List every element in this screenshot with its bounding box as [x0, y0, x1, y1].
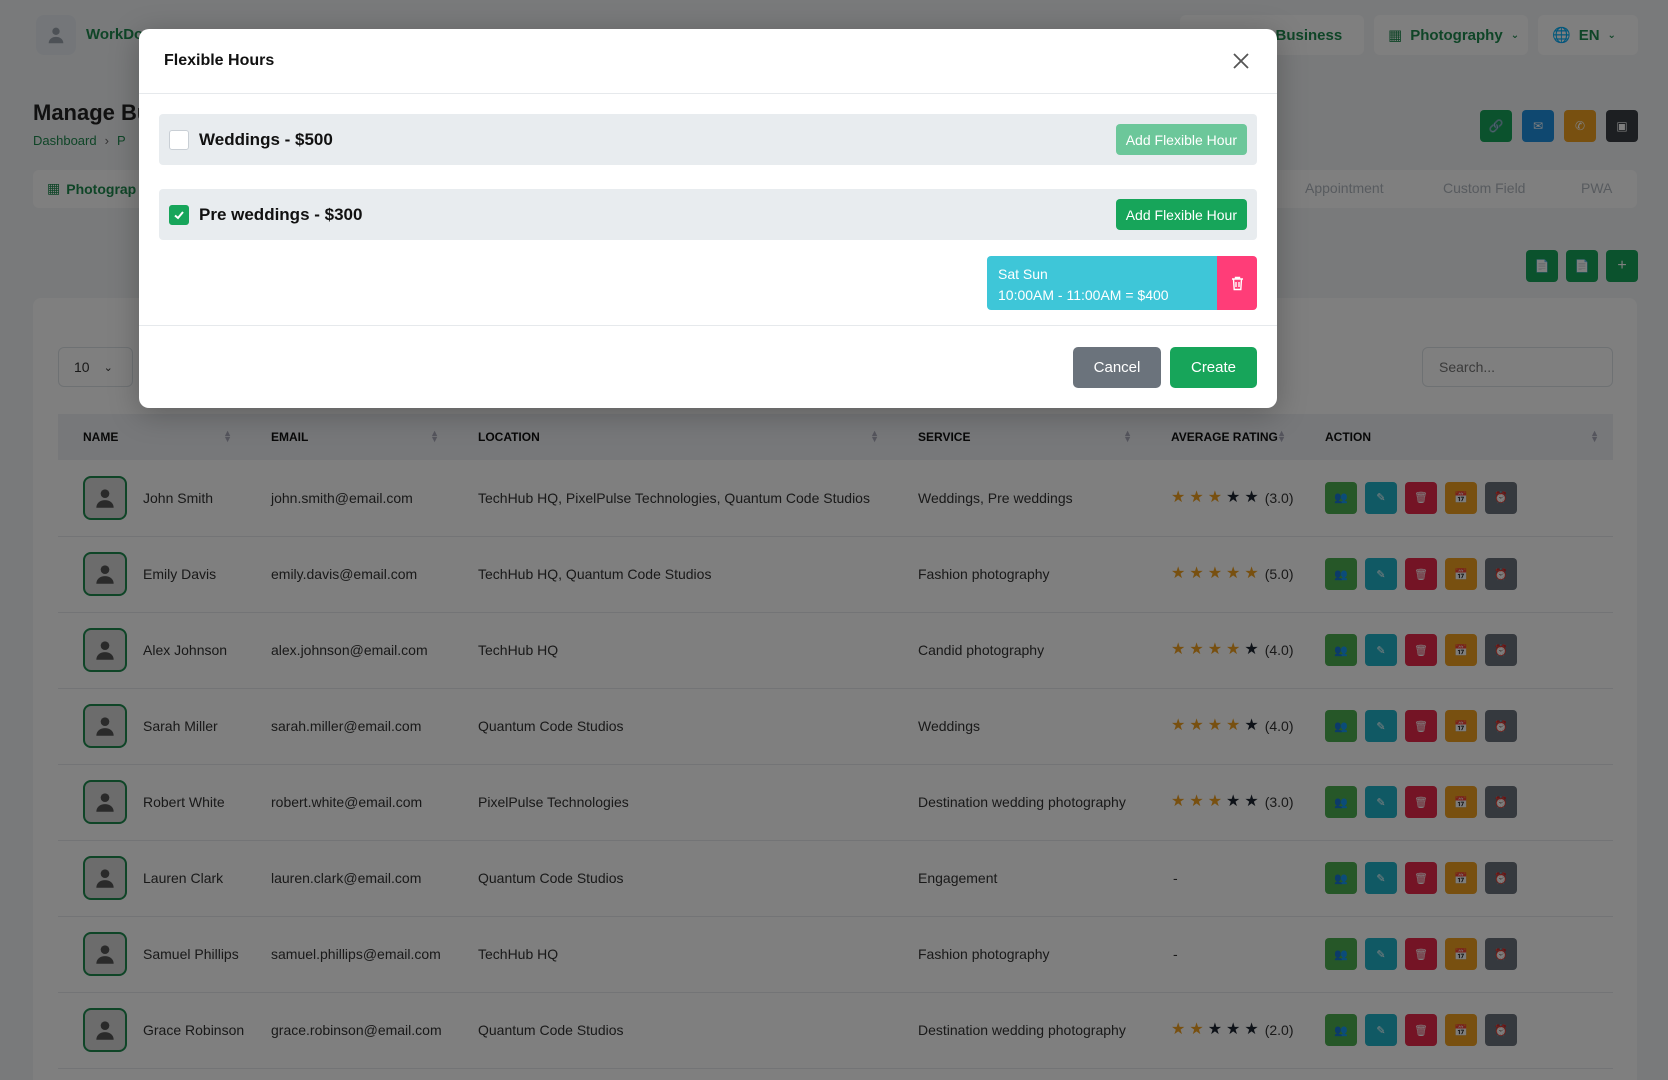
add-flexible-hour-button[interactable]: Add Flexible Hour [1115, 124, 1247, 155]
delete-slot-button[interactable] [1217, 256, 1257, 310]
service-checkbox[interactable] [169, 129, 189, 150]
slot-days: Sat Sun [998, 266, 1048, 282]
cancel-button[interactable]: Cancel [1073, 347, 1161, 388]
flexible-hours-modal: Flexible Hours Weddings - $500 Add Flexi… [139, 29, 1277, 408]
trash-icon [1231, 276, 1243, 290]
flexible-hour-slot: Sat Sun 10:00AM - 11:00AM = $400 [987, 256, 1257, 310]
modal-footer: Cancel Create [139, 325, 1277, 408]
check-icon [174, 210, 184, 219]
service-label: Pre weddings - $300 [199, 204, 363, 224]
service-checkbox[interactable] [169, 204, 189, 225]
slot-time: 10:00AM - 11:00AM = $400 [998, 287, 1169, 303]
service-row-pre-weddings: Pre weddings - $300 Add Flexible Hour [159, 189, 1257, 240]
add-flexible-hour-button[interactable]: Add Flexible Hour [1115, 199, 1247, 230]
service-label: Weddings - $500 [199, 129, 333, 149]
create-button[interactable]: Create [1170, 347, 1257, 388]
modal-title: Flexible Hours [164, 52, 275, 69]
close-button[interactable] [1230, 50, 1252, 72]
modal-header: Flexible Hours [139, 29, 1277, 94]
close-icon [1233, 53, 1249, 69]
slot-info: Sat Sun 10:00AM - 11:00AM = $400 [987, 256, 1217, 310]
service-row-weddings: Weddings - $500 Add Flexible Hour [159, 114, 1257, 165]
